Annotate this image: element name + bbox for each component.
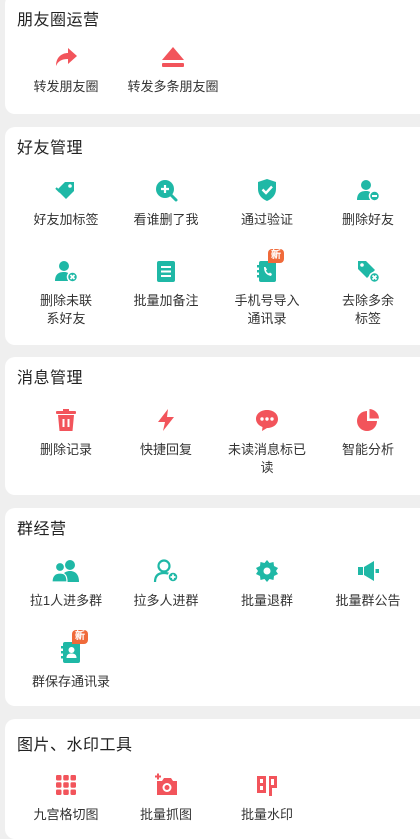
images-title: 图片、水印工具 [17,737,133,754]
gear-icon [254,558,280,584]
stamp-icon [254,772,280,798]
user-remove-icon [355,177,381,203]
trash-icon [53,407,79,433]
forward-moment-button[interactable]: 转发朋友圈 [16,44,116,96]
messages-card: 消息管理 删除记录 快捷回复 未读消息标已读 智能分析 [5,357,420,495]
pull-one-multi-groups-button[interactable]: 拉1人进多群 [16,558,116,610]
groups-card: 群经营 拉1人进多群 拉多人进群 批量退群 批量群公告 新 群保存通讯录 [5,508,420,706]
shield-check-icon [254,177,280,203]
quick-reply-button[interactable]: 快捷回复 [116,407,216,459]
pull-one-multi-groups-label: 拉1人进多群 [29,593,103,608]
friend-add-tag-button[interactable]: 好友加标签 [16,177,116,229]
batch-capture-button[interactable]: 批量抓图 [116,772,216,824]
camera-plus-icon [153,772,179,798]
forward-multi-moments-button[interactable]: 转发多条朋友圈 [118,44,228,96]
megaphone-icon [355,558,381,584]
contact-book-icon: 新 [58,630,88,665]
friends-card: 好友管理 好友加标签 看谁删了我 通过验证 删除好友 删除未联系好友 批量加备注… [5,127,420,345]
who-deleted-me-label: 看谁删了我 [133,212,199,227]
nine-grid-crop-button[interactable]: 九宫格切图 [16,772,116,824]
batch-leave-groups-button[interactable]: 批量退群 [217,558,317,610]
images-card: 图片、水印工具 九宫格切图 批量抓图 批量水印 [5,719,420,839]
moments-card: 朋友圈运营 转发朋友圈 转发多条朋友圈 [5,0,420,114]
batch-capture-label: 批量抓图 [139,807,192,822]
eject-icon [160,44,186,70]
note-icon [153,258,179,284]
groups-title: 群经营 [17,521,67,538]
batch-remark-label: 批量加备注 [133,293,199,308]
batch-group-notice-button[interactable]: 批量群公告 [318,558,418,610]
moments-title: 朋友圈运营 [17,12,100,29]
batch-watermark-button[interactable]: 批量水印 [217,772,317,824]
batch-leave-groups-label: 批量退群 [240,593,293,608]
users-add-icon [153,558,179,584]
search-plus-icon [153,177,179,203]
pull-many-into-group-button[interactable]: 拉多人进群 [116,558,216,610]
tag-remove-icon [355,258,381,284]
quick-reply-label: 快捷回复 [139,442,192,457]
smart-analysis-button[interactable]: 智能分析 [318,407,418,459]
delete-inactive-friends-button[interactable]: 删除未联系好友 [16,258,116,328]
forward-multi-moments-label: 转发多条朋友圈 [127,79,219,94]
who-deleted-me-button[interactable]: 看谁删了我 [116,177,216,229]
batch-watermark-label: 批量水印 [240,807,293,822]
group-save-contacts-button[interactable]: 新 群保存通讯录 [21,630,121,691]
user-delete-icon [53,258,79,284]
share-arrow-icon [53,44,79,70]
import-phone-contacts-button[interactable]: 新 手机号导入通讯录 [217,249,317,328]
delete-records-button[interactable]: 删除记录 [16,407,116,459]
pie-chart-icon [355,407,381,433]
pass-verify-label: 通过验证 [240,212,293,227]
new-badge: 新 [268,249,284,263]
lightning-icon [153,407,179,433]
friend-add-tag-label: 好友加标签 [33,212,99,227]
mark-unread-read-label: 未读消息标已读 [227,442,306,475]
delete-inactive-friends-label: 删除未联系好友 [39,293,92,326]
phone-book-icon: 新 [254,249,284,284]
delete-records-label: 删除记录 [39,442,92,457]
users-icon [51,558,81,584]
import-phone-contacts-label: 手机号导入通讯录 [234,293,300,326]
batch-group-notice-label: 批量群公告 [335,593,401,608]
nine-grid-crop-label: 九宫格切图 [33,807,99,822]
group-save-contacts-label: 群保存通讯录 [31,674,110,689]
batch-remark-button[interactable]: 批量加备注 [116,258,216,310]
grid-icon [53,772,79,798]
forward-moment-label: 转发朋友圈 [33,79,99,94]
messages-title: 消息管理 [17,370,84,387]
delete-friend-button[interactable]: 删除好友 [318,177,418,229]
new-badge: 新 [72,630,88,644]
pass-verify-button[interactable]: 通过验证 [217,177,317,229]
friends-title: 好友管理 [17,140,84,157]
pull-many-into-group-label: 拉多人进群 [133,593,199,608]
smart-analysis-label: 智能分析 [341,442,394,457]
delete-friend-label: 删除好友 [341,212,394,227]
remove-extra-tags-label: 去除多余标签 [341,293,394,326]
tag-icon [53,177,79,203]
chat-bubble-icon [254,407,280,433]
remove-extra-tags-button[interactable]: 去除多余标签 [318,258,418,328]
mark-unread-read-button[interactable]: 未读消息标已读 [217,407,317,477]
